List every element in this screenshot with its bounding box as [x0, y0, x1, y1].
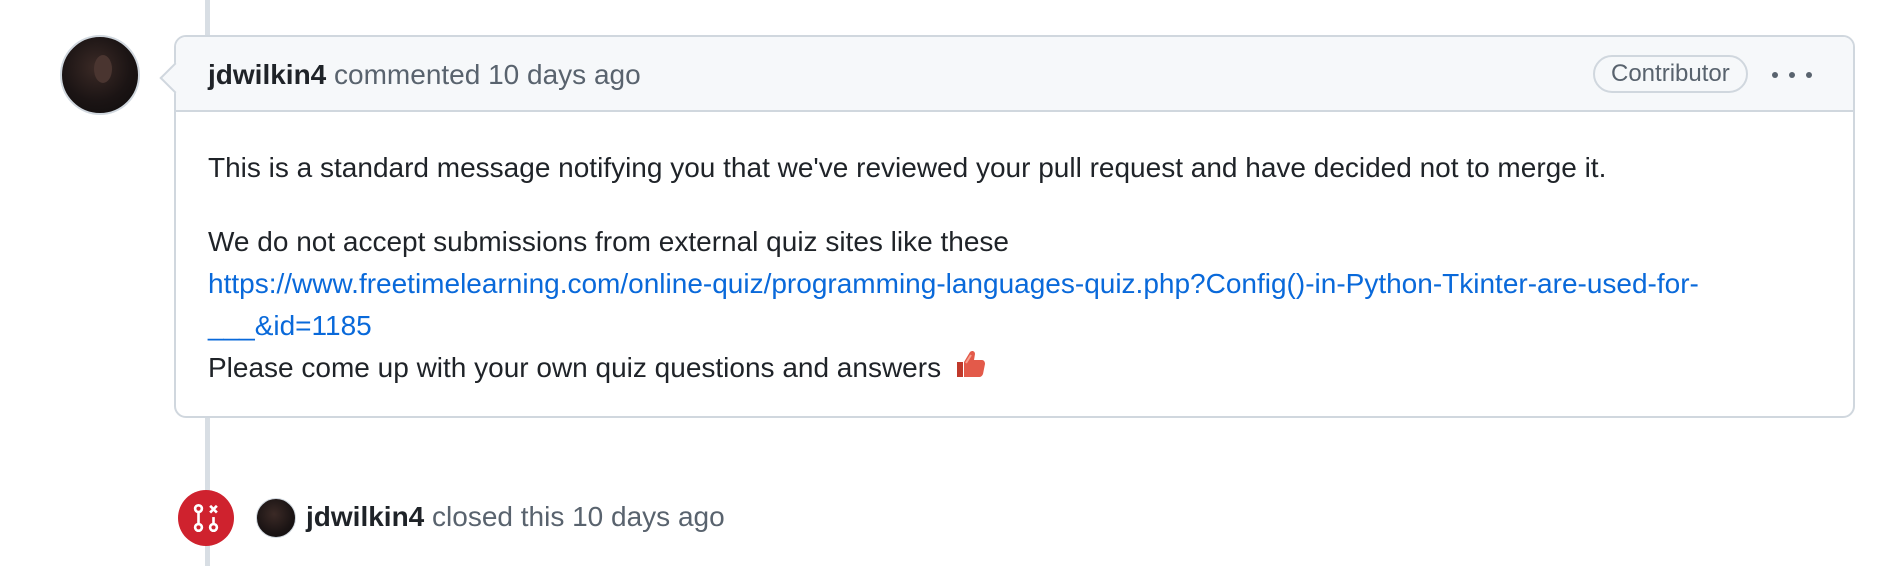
pr-timeline: jdwilkin4 commented 10 days ago Contribu… [0, 0, 1878, 566]
event-author-link[interactable]: jdwilkin4 [306, 501, 424, 532]
comment-timestamp[interactable]: 10 days ago [488, 59, 641, 90]
comment-header: jdwilkin4 commented 10 days ago Contribu… [176, 37, 1853, 112]
event-action: closed this [432, 501, 565, 532]
comment-author-link[interactable]: jdwilkin4 [208, 59, 326, 90]
comment-action: commented [334, 59, 481, 90]
comment-paragraph: We do not accept submissions from extern… [208, 226, 1009, 257]
comment-header-text: jdwilkin4 commented 10 days ago [208, 59, 641, 91]
kebab-horizontal-icon[interactable] [1772, 63, 1812, 87]
event-avatar[interactable] [256, 498, 296, 538]
event-timestamp[interactable]: 10 days ago [572, 501, 725, 532]
comment-box: jdwilkin4 commented 10 days ago Contribu… [174, 35, 1855, 418]
quiz-site-link[interactable]: https://www.freetimelearning.com/online-… [208, 268, 1699, 341]
close-event-text: jdwilkin4 closed this 10 days ago [306, 500, 725, 534]
comment-paragraph: This is a standard message notifying you… [208, 152, 1607, 183]
thumbs-up-icon [953, 347, 987, 393]
comment-paragraph: Please come up with your own quiz questi… [208, 347, 1828, 393]
git-pull-request-closed-icon [178, 490, 234, 546]
comment-body: This is a standard message notifying you… [208, 147, 1828, 393]
avatar[interactable] [60, 35, 140, 115]
contributor-badge: Contributor [1593, 55, 1748, 93]
